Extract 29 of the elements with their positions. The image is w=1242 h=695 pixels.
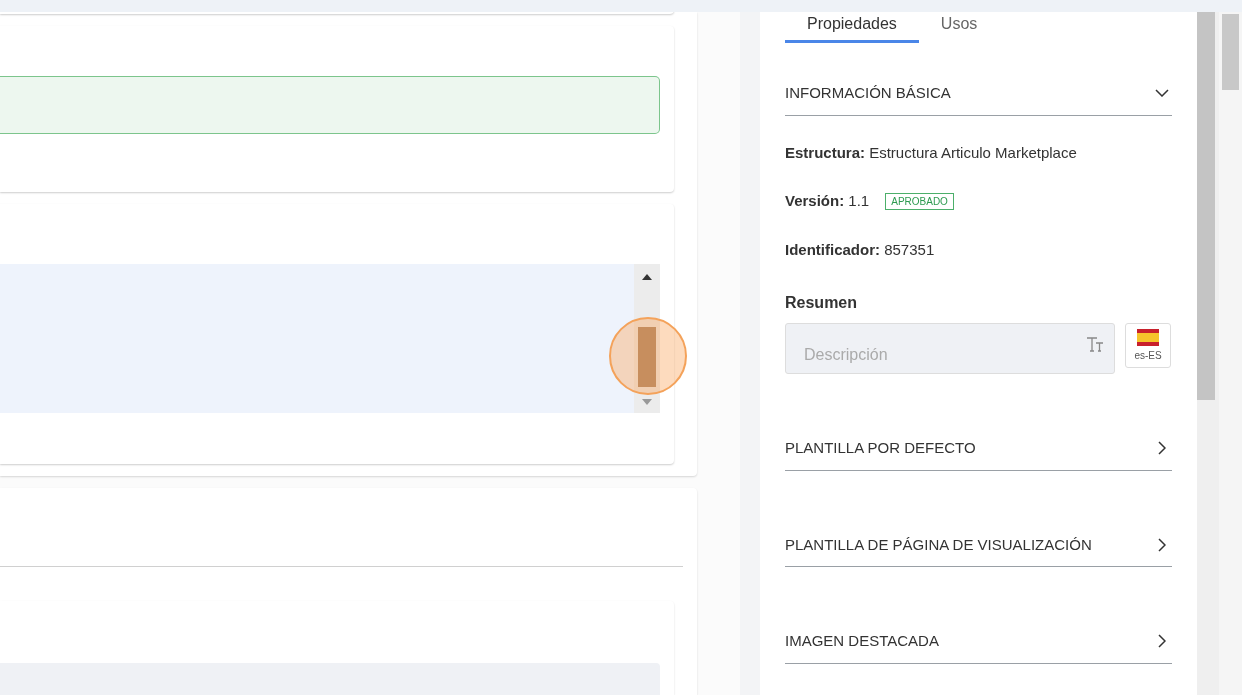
flag-icon bbox=[1137, 328, 1159, 346]
scrollbar-thumb[interactable] bbox=[1222, 14, 1239, 90]
section-header[interactable]: PLANTILLA DE PÁGINA DE VISUALIZACIÓN bbox=[785, 533, 1172, 567]
chevron-down-icon bbox=[1155, 89, 1169, 98]
info-text: Versión: 1.1 bbox=[785, 191, 870, 211]
status-label: APROBADO bbox=[885, 192, 954, 210]
scrollbar[interactable] bbox=[634, 264, 660, 413]
scrollbar-thumb[interactable] bbox=[1197, 12, 1215, 400]
input-field[interactable] bbox=[0, 76, 660, 134]
text-input[interactable]: Descripción bbox=[804, 330, 1004, 367]
section-header[interactable]: PLANTILLA POR DEFECTO bbox=[785, 437, 1172, 471]
scrollbar[interactable] bbox=[1197, 12, 1219, 695]
info-text: Identificador: 857351 bbox=[785, 239, 935, 260]
field-label: Resumen bbox=[785, 293, 859, 313]
language-button[interactable]: es-ES bbox=[1125, 323, 1171, 368]
scroll-up-icon[interactable] bbox=[642, 274, 652, 280]
tab[interactable]: Usos bbox=[918, 12, 1000, 43]
tab[interactable]: Propiedades bbox=[785, 12, 919, 43]
section-header[interactable]: IMAGEN DESTACADA bbox=[785, 630, 1172, 664]
description-field[interactable]: Descripción bbox=[785, 323, 1115, 374]
scrollbar[interactable] bbox=[1219, 12, 1242, 695]
info-text: Estructura: Estructura Articulo Marketplace bbox=[785, 142, 1077, 163]
section-header[interactable]: INFORMACIÓN BÁSICA bbox=[785, 82, 1172, 116]
chevron-right-icon bbox=[1158, 634, 1166, 649]
chevron-right-icon bbox=[1158, 441, 1166, 456]
scrollbar-thumb[interactable] bbox=[638, 327, 656, 387]
chevron-right-icon bbox=[1158, 537, 1166, 552]
font-size-icon[interactable] bbox=[1086, 335, 1104, 352]
scroll-down-icon[interactable] bbox=[642, 399, 652, 405]
